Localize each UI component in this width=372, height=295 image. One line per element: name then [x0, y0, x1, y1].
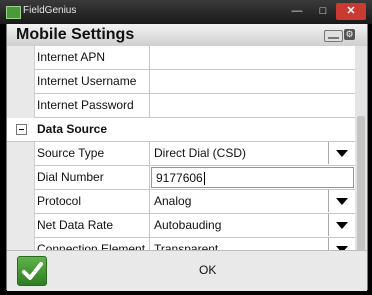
section-label: Data Source — [37, 122, 108, 136]
input-value: 9177606 — [156, 167, 205, 190]
net-data-rate-dropdown[interactable]: Autobauding — [150, 214, 355, 237]
dial-number-input[interactable]: 9177606 — [150, 166, 355, 189]
list-gutter — [7, 46, 35, 274]
row-protocol[interactable]: Protocol Analog — [34, 190, 355, 214]
protocol-dropdown[interactable]: Analog — [150, 190, 355, 213]
keyboard-icon[interactable] — [324, 30, 343, 42]
row-label: Internet Username — [37, 70, 150, 93]
row-internet-username[interactable]: Internet Username — [34, 70, 355, 94]
app-title: FieldGenius — [23, 5, 77, 16]
row-internet-password[interactable]: Internet Password — [34, 94, 355, 118]
row-internet-apn[interactable]: Internet APN — [34, 46, 355, 70]
row-label: Protocol — [37, 190, 150, 213]
page-title: Mobile Settings — [16, 26, 135, 43]
dropdown-value: Analog — [154, 194, 192, 208]
internet-password-field[interactable] — [150, 94, 355, 117]
row-label: Internet Password — [37, 94, 150, 117]
row-source-type[interactable]: Source Type Direct Dial (CSD) — [34, 142, 355, 166]
settings-list: Internet APN Internet Username Internet … — [7, 46, 355, 274]
close-button[interactable]: ✕ — [336, 3, 366, 20]
row-dial-number[interactable]: Dial Number 9177606 — [34, 166, 355, 190]
section-data-source[interactable]: Data Source — [7, 118, 355, 142]
row-label: Internet APN — [37, 46, 150, 69]
dropdown-value: Autobauding — [154, 218, 222, 232]
footer-bar: OK — [7, 250, 367, 291]
minimize-button[interactable]: — — [288, 3, 306, 20]
gear-icon[interactable]: ⚙ — [344, 29, 355, 40]
dropdown-value: Direct Dial (CSD) — [154, 146, 247, 160]
collapse-icon[interactable] — [16, 124, 27, 135]
mobile-settings-window: Mobile Settings ⚙ Internet APN Internet … — [6, 24, 368, 291]
internet-username-field[interactable] — [150, 70, 355, 93]
row-label: Dial Number — [37, 166, 150, 189]
ok-button[interactable]: OK — [7, 251, 367, 291]
row-label: Net Data Rate — [37, 214, 150, 237]
app-icon — [6, 6, 21, 19]
input-text: 9177606 — [156, 171, 203, 185]
title-bar: FieldGenius — □ ✕ — [0, 0, 372, 24]
chevron-down-icon[interactable] — [328, 190, 355, 212]
ok-label: OK — [199, 263, 217, 277]
header-bar: Mobile Settings ⚙ — [7, 24, 367, 46]
vertical-scrollbar[interactable] — [355, 46, 367, 274]
scrollbar-thumb[interactable] — [357, 116, 365, 266]
source-type-dropdown[interactable]: Direct Dial (CSD) — [150, 142, 355, 165]
maximize-button[interactable]: □ — [314, 3, 332, 20]
chevron-down-icon[interactable] — [328, 214, 355, 236]
internet-apn-field[interactable] — [150, 46, 355, 69]
row-label: Source Type — [37, 142, 150, 165]
row-net-data-rate[interactable]: Net Data Rate Autobauding — [34, 214, 355, 238]
checkmark-icon — [17, 256, 47, 286]
text-input-box[interactable]: 9177606 — [151, 167, 354, 188]
chevron-down-icon[interactable] — [328, 142, 355, 164]
text-caret — [203, 172, 205, 186]
